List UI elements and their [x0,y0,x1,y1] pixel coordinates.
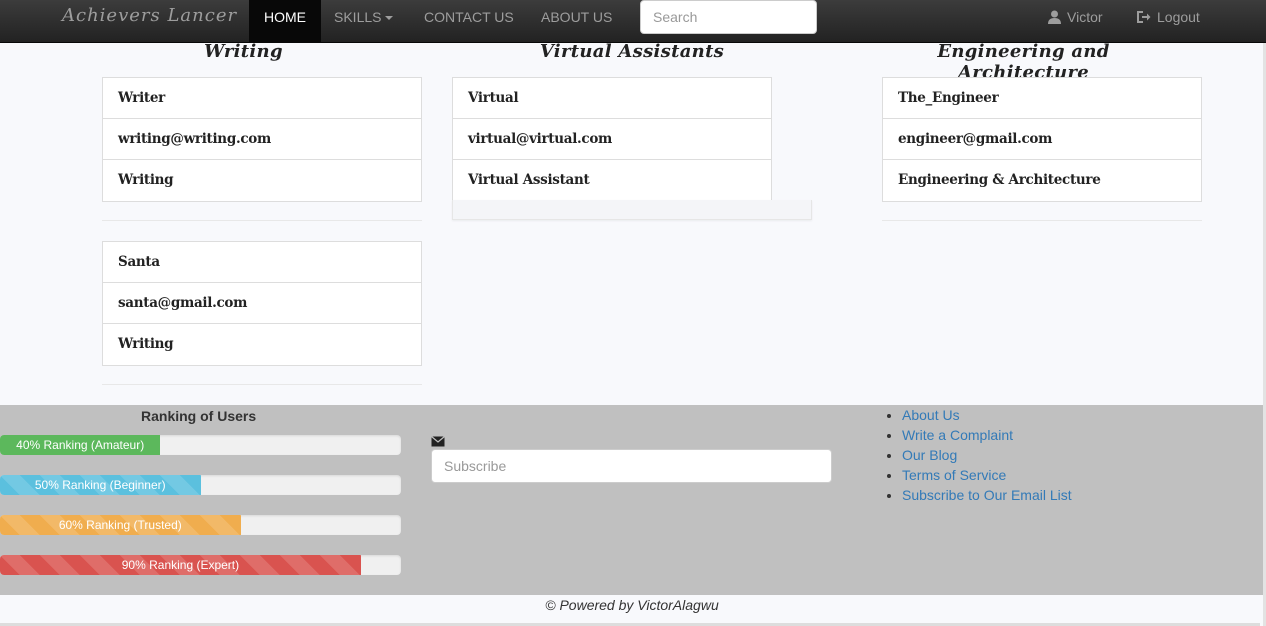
subscribe-input[interactable] [431,449,832,483]
nav-contact[interactable]: CONTACT US [424,0,514,43]
footer: Ranking of Users 40% Ranking (Amateur) 5… [0,405,1263,595]
category-title-writing: Writing [204,41,283,62]
profile-name: Virtual [453,78,771,119]
profile-email: engineer@gmail.com [883,119,1201,160]
divider [882,220,1202,221]
profile-skill: Virtual Assistant [468,172,590,188]
category-title-virtual-assistants: Virtual Assistants [539,41,725,62]
divider [102,220,422,221]
progress-bar: 90% Ranking (Expert) [0,555,361,575]
user-name: Victor [1067,9,1103,25]
profile-card[interactable]: The_Engineer engineer@gmail.com Engineer… [882,77,1202,202]
nav-skills-label: SKILLS [334,9,382,25]
envelope-icon [431,436,445,447]
progress-beginner: 50% Ranking (Beginner) [0,475,401,495]
progress-bar: 50% Ranking (Beginner) [0,475,201,495]
profile-skill: Writing [118,336,174,352]
card-footer [452,200,812,220]
user-menu[interactable]: Victor [1048,0,1103,34]
profile-name: Santa [103,242,421,283]
link-subscribe-email[interactable]: Subscribe to Our Email List [902,487,1072,507]
link-our-blog[interactable]: Our Blog [902,447,1072,467]
caret-down-icon [385,16,394,21]
divider [102,384,422,385]
nav-about[interactable]: ABOUT US [541,0,612,43]
profile-email: writing@writing.com [103,119,421,160]
user-icon [1048,10,1061,24]
profile-email: virtual@virtual.com [453,119,771,160]
ranking-title: Ranking of Users [141,408,257,424]
navbar: Achievers Lancer HOME SKILLS CONTACT US … [0,0,1266,43]
profile-skill: Engineering & Architecture [898,172,1101,188]
profile-email: santa@gmail.com [103,283,421,324]
link-write-complaint[interactable]: Write a Complaint [902,427,1072,447]
progress-amateur: 40% Ranking (Amateur) [0,435,401,455]
profile-name: The_Engineer [883,78,1201,119]
profile-name: Writer [103,78,421,119]
progress-bar: 40% Ranking (Amateur) [0,435,161,455]
logout-button[interactable]: Logout [1136,0,1200,34]
profile-skill: Writing [118,172,174,188]
brand-logo[interactable]: Achievers Lancer [62,5,237,26]
progress-bar: 60% Ranking (Trusted) [0,515,241,535]
link-about-us[interactable]: About Us [902,407,1072,427]
profile-card[interactable]: Writer writing@writing.com Writing [102,77,422,202]
footer-links: About Us Write a Complaint Our Blog Term… [902,407,1072,507]
powered-by: © Powered by VictorAlagwu [545,597,719,613]
search-input[interactable] [640,0,817,34]
progress-trusted: 60% Ranking (Trusted) [0,515,401,535]
nav-home[interactable]: HOME [249,0,321,43]
logout-label: Logout [1157,9,1200,25]
progress-expert: 90% Ranking (Expert) [0,555,401,575]
logout-icon [1137,11,1151,23]
nav-skills-dropdown[interactable]: SKILLS [334,0,394,43]
profile-card[interactable]: Virtual virtual@virtual.com Virtual Assi… [452,77,772,202]
profile-card[interactable]: Santa santa@gmail.com Writing [102,241,422,366]
link-terms[interactable]: Terms of Service [902,467,1072,487]
